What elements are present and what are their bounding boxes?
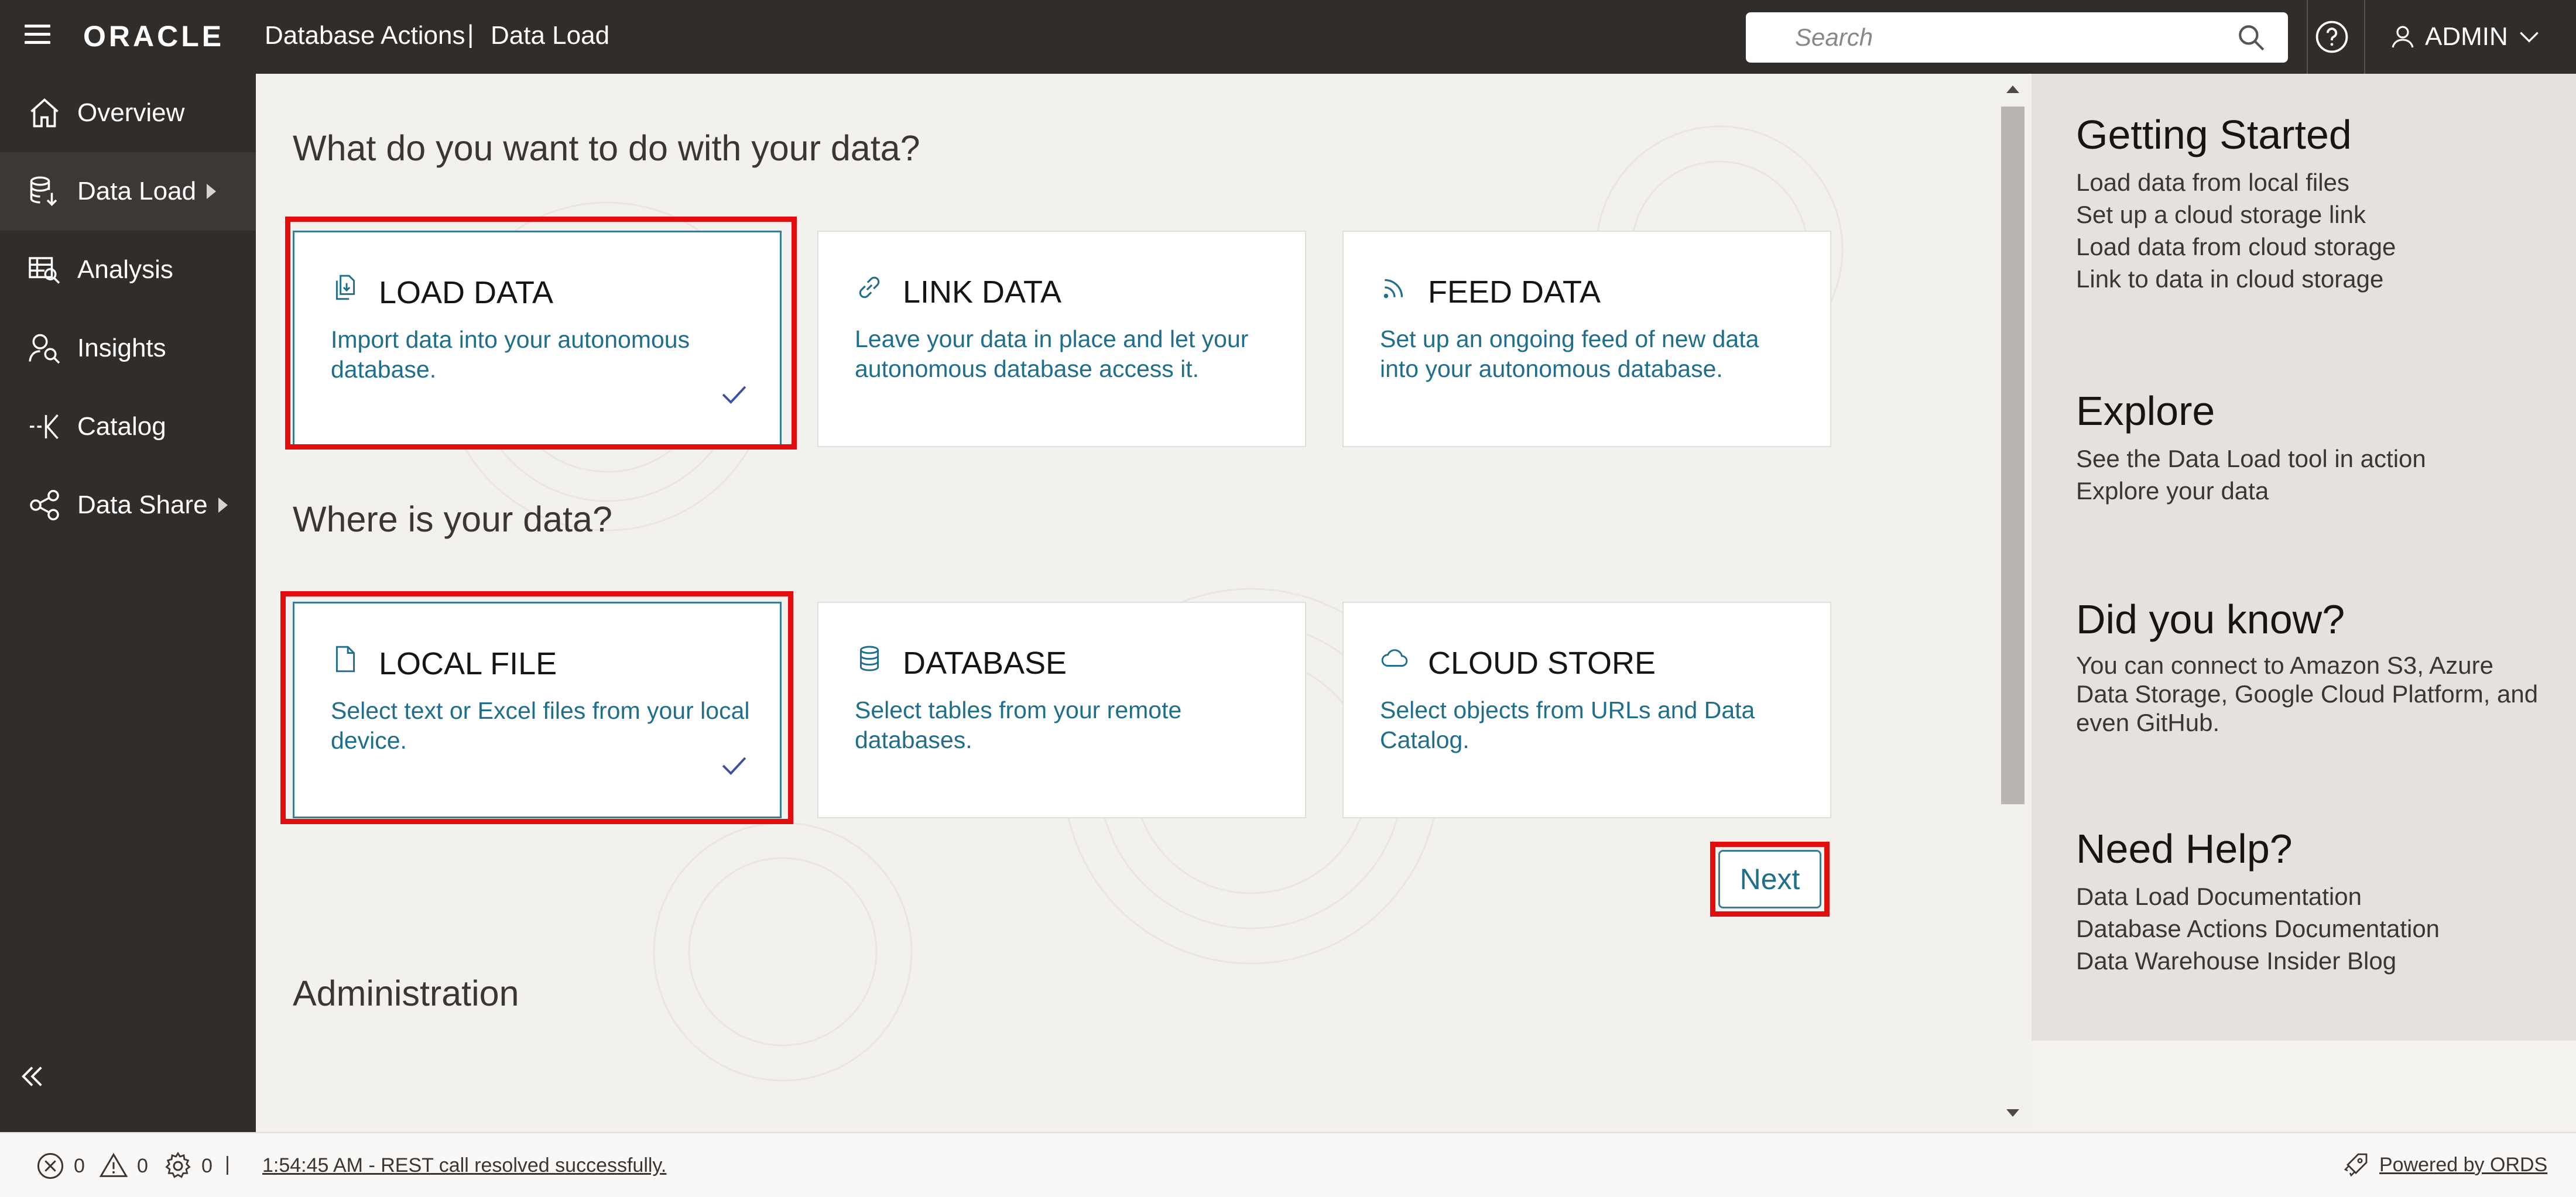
card-cloud-store[interactable]: CLOUD STORE Select objects from URLs and… bbox=[1342, 602, 1831, 818]
error-count-value: 0 bbox=[74, 1154, 85, 1177]
scroll-thumb[interactable] bbox=[2001, 107, 2025, 804]
status-message[interactable]: 1:54:45 AM - REST call resolved successf… bbox=[262, 1154, 666, 1177]
highlight-box bbox=[1710, 842, 1830, 917]
gear-icon bbox=[165, 1151, 191, 1178]
help-link[interactable]: Set up a cloud storage link bbox=[2076, 198, 2396, 231]
rocket-icon bbox=[2344, 1153, 2368, 1177]
search-icon[interactable] bbox=[2236, 23, 2266, 52]
app-title: Database Actions bbox=[265, 21, 465, 50]
getting-started-section: Getting Started Load data from local fil… bbox=[2076, 110, 2396, 295]
did-you-know-section: Did you know? You can connect to Amazon … bbox=[2076, 595, 2539, 737]
sidebar-item-overview[interactable]: Overview bbox=[0, 74, 256, 152]
section-title-administration: Administration bbox=[293, 973, 519, 1013]
title-separator: | bbox=[467, 20, 474, 49]
sidebar-item-data-load[interactable]: Data Load bbox=[0, 152, 256, 231]
sidebar-item-label: Data Load bbox=[77, 177, 197, 205]
submenu-arrow-icon bbox=[218, 498, 228, 513]
user-icon bbox=[2392, 26, 2414, 48]
help-panel: Getting Started Load data from local fil… bbox=[2032, 74, 2576, 1041]
sidebar-item-data-share[interactable]: Data Share bbox=[0, 466, 256, 544]
highlight-box bbox=[285, 217, 797, 450]
section-heading: Did you know? bbox=[2076, 596, 2345, 642]
card-description: Select objects from URLs and Data Catalo… bbox=[1380, 697, 1755, 753]
chevron-down-icon bbox=[2519, 32, 2539, 43]
help-icon[interactable] bbox=[2315, 20, 2349, 54]
status-bar: 0 0 0 | 1:54:45 AM - REST call resolved … bbox=[0, 1132, 2576, 1197]
card-title: LINK DATA bbox=[903, 275, 1062, 310]
help-link[interactable]: Data Load Documentation bbox=[2076, 880, 2440, 913]
top-bar: ORACLE Database Actions | Data Load ADMI… bbox=[0, 0, 2576, 74]
process-count-value: 0 bbox=[201, 1154, 213, 1177]
card-title: DATABASE bbox=[903, 646, 1067, 681]
insights-icon bbox=[29, 334, 60, 364]
scroll-down-arrow-icon[interactable] bbox=[2006, 1109, 2019, 1117]
sidebar-item-analysis[interactable]: Analysis bbox=[0, 231, 256, 309]
sidebar-item-label: Insights bbox=[77, 334, 166, 362]
sidebar-item-label: Overview bbox=[77, 98, 185, 127]
process-count[interactable]: 0 bbox=[163, 1151, 213, 1181]
catalog-icon bbox=[30, 414, 59, 440]
divider bbox=[2307, 0, 2308, 74]
data-share-icon bbox=[30, 489, 59, 521]
sidebar-item-label: Analysis bbox=[77, 255, 173, 284]
search-box[interactable] bbox=[1746, 12, 2288, 63]
card-description: Select tables from your remote databases… bbox=[855, 697, 1182, 753]
card-description: Leave your data in place and let your au… bbox=[855, 325, 1249, 382]
card-database[interactable]: DATABASE Select tables from your remote … bbox=[817, 602, 1306, 818]
card-description: Set up an ongoing feed of new data into … bbox=[1380, 325, 1759, 382]
user-name: ADMIN bbox=[2425, 22, 2508, 51]
card-feed-data[interactable]: FEED DATA Set up an ongoing feed of new … bbox=[1342, 231, 1831, 447]
help-link[interactable]: Database Actions Documentation bbox=[2076, 913, 2440, 945]
help-link[interactable]: Explore your data bbox=[2076, 475, 2426, 507]
help-link[interactable]: Load data from local files bbox=[2076, 166, 2396, 198]
database-icon bbox=[859, 646, 879, 671]
warning-count[interactable]: 0 bbox=[98, 1151, 148, 1181]
user-menu[interactable]: ADMIN bbox=[2389, 18, 2542, 56]
card-link-data[interactable]: LINK DATA Leave your data in place and l… bbox=[817, 231, 1306, 447]
powered-by-link[interactable]: Powered by ORDS bbox=[2342, 1151, 2547, 1179]
sidebar: Overview Data Load Analysis Insights Cat… bbox=[0, 74, 256, 1132]
sidebar-item-label: Catalog bbox=[77, 412, 166, 441]
section-title-action: What do you want to do with your data? bbox=[293, 128, 920, 168]
home-icon bbox=[30, 98, 59, 128]
help-link[interactable]: See the Data Load tool in action bbox=[2076, 443, 2426, 475]
highlight-box bbox=[280, 591, 793, 824]
main-content: What do you want to do with your data? L… bbox=[256, 74, 2032, 1132]
sidebar-item-insights[interactable]: Insights bbox=[0, 309, 256, 387]
error-icon bbox=[37, 1153, 64, 1179]
sidebar-item-catalog[interactable]: Catalog bbox=[0, 387, 256, 466]
help-link[interactable]: Load data from cloud storage bbox=[2076, 231, 2396, 263]
section-heading: Explore bbox=[2076, 388, 2215, 434]
sidebar-item-label: Data Share bbox=[77, 491, 208, 519]
need-help-section: Need Help? Data Load Documentation Datab… bbox=[2076, 824, 2440, 977]
tip-text: You can connect to Amazon S3, Azure Data… bbox=[2076, 651, 2539, 736]
status-divider: | bbox=[225, 1153, 230, 1175]
link-icon bbox=[859, 276, 880, 299]
help-link[interactable]: Link to data in cloud storage bbox=[2076, 263, 2396, 295]
card-title: FEED DATA bbox=[1428, 275, 1601, 310]
section-heading: Need Help? bbox=[2076, 826, 2293, 872]
collapse-sidebar-icon[interactable] bbox=[19, 1063, 46, 1090]
submenu-arrow-icon bbox=[207, 184, 217, 199]
hamburger-menu-icon[interactable] bbox=[25, 25, 50, 48]
warning-count-value: 0 bbox=[137, 1154, 148, 1177]
feed-icon bbox=[1383, 279, 1403, 299]
card-title: CLOUD STORE bbox=[1428, 646, 1656, 681]
error-count[interactable]: 0 bbox=[35, 1151, 85, 1181]
warning-icon bbox=[99, 1153, 128, 1177]
section-title-source: Where is your data? bbox=[293, 499, 612, 539]
data-load-icon bbox=[30, 176, 57, 206]
powered-by-label: Powered by ORDS bbox=[2379, 1153, 2548, 1176]
scrollbar[interactable] bbox=[1999, 85, 2026, 1117]
page-title: Data Load bbox=[491, 21, 610, 50]
search-input[interactable] bbox=[1795, 12, 2217, 63]
explore-section: Explore See the Data Load tool in action… bbox=[2076, 386, 2426, 507]
divider bbox=[2364, 0, 2365, 74]
scroll-up-arrow-icon[interactable] bbox=[2006, 85, 2019, 93]
analysis-icon bbox=[29, 257, 60, 284]
cloud-icon bbox=[1381, 649, 1408, 667]
section-heading: Getting Started bbox=[2076, 112, 2352, 157]
oracle-logo: ORACLE bbox=[83, 20, 225, 53]
help-link[interactable]: Data Warehouse Insider Blog bbox=[2076, 945, 2440, 977]
